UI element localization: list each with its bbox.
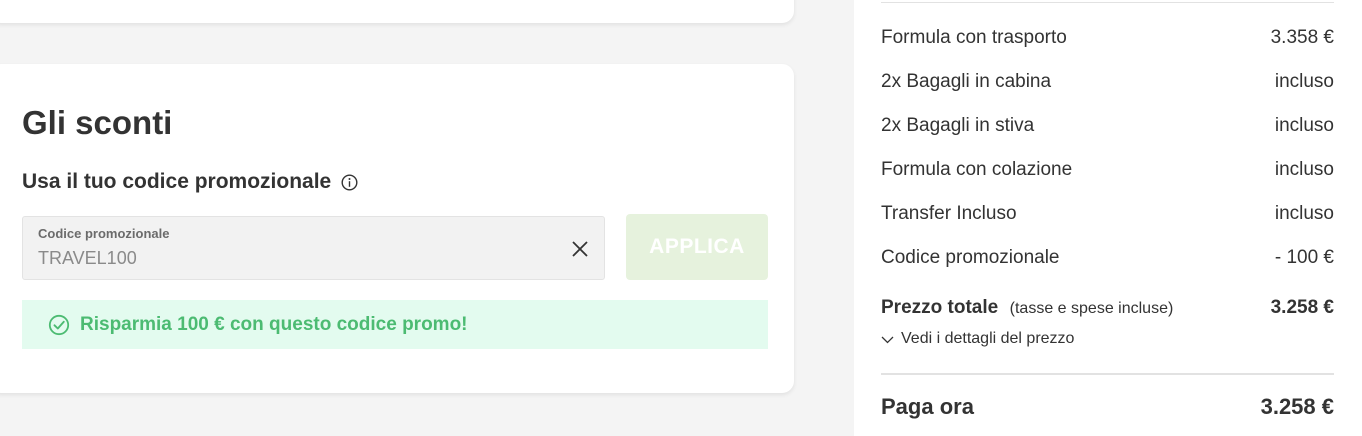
summary-row-label: 2x Bagagli in stiva (881, 115, 1035, 136)
check-circle-icon (48, 314, 70, 335)
summary-row-value: incluso (1274, 115, 1334, 136)
summary-row: Formula con colazione incluso (881, 159, 1334, 181)
pay-now-row: Paga ora 3.258 € (881, 394, 1334, 420)
pay-now-value: 3.258 € (1260, 394, 1334, 419)
info-icon[interactable] (341, 173, 358, 191)
previous-card (0, 0, 794, 23)
promo-code-field[interactable]: Codice promozionale (22, 216, 605, 280)
price-details-label: Vedi i dettagli del prezzo (901, 330, 1075, 347)
total-price-row: Prezzo totale (tasse e spese incluse) 3.… (881, 297, 1334, 319)
total-price-value: 3.258 € (1270, 297, 1334, 318)
promo-heading-label: Usa il tuo codice promozionale (22, 170, 332, 193)
summary-row-label: Transfer Incluso (881, 203, 1017, 224)
summary-row-value: 3.358 € (1270, 27, 1334, 48)
promo-code-input[interactable] (38, 248, 538, 269)
chevron-down-icon (881, 336, 894, 343)
summary-row-value: - 100 € (1274, 247, 1334, 268)
summary-row: 2x Bagagli in stiva incluso (881, 115, 1334, 137)
discounts-title: Gli sconti (22, 104, 173, 141)
summary-row: Transfer Incluso incluso (881, 203, 1334, 225)
price-summary: Formula con trasporto 3.358 € 2x Bagagli… (854, 0, 1362, 436)
summary-row: Formula con trasporto 3.358 € (881, 27, 1334, 49)
pay-now-label: Paga ora (881, 394, 974, 419)
summary-divider (881, 373, 1334, 375)
total-price-note: (tasse e spese incluse) (1009, 300, 1174, 317)
summary-divider-top (881, 2, 1334, 3)
promo-success-message: Risparmia 100 € con questo codice promo! (80, 313, 468, 335)
summary-row: Codice promozionale - 100 € (881, 247, 1334, 269)
discounts-card: Gli sconti Usa il tuo codice promozional… (0, 64, 794, 393)
summary-row-label: Codice promozionale (881, 247, 1060, 268)
promo-success-banner: Risparmia 100 € con questo codice promo! (22, 300, 768, 349)
summary-row: 2x Bagagli in cabina incluso (881, 71, 1334, 93)
close-icon[interactable] (570, 239, 590, 259)
summary-row-label: Formula con colazione (881, 159, 1073, 180)
summary-row-label: 2x Bagagli in cabina (881, 71, 1052, 92)
promo-code-heading: Usa il tuo codice promozionale (22, 170, 358, 194)
total-price-label: Prezzo totale (881, 297, 999, 318)
apply-button[interactable]: APPLICA (626, 214, 768, 280)
summary-row-label: Formula con trasporto (881, 27, 1067, 48)
summary-row-value: incluso (1274, 159, 1334, 180)
summary-row-value: incluso (1274, 203, 1334, 224)
promo-code-label: Codice promozionale (38, 226, 170, 241)
summary-row-value: incluso (1274, 71, 1334, 92)
price-details-link[interactable]: Vedi i dettagli del prezzo (881, 330, 1074, 348)
